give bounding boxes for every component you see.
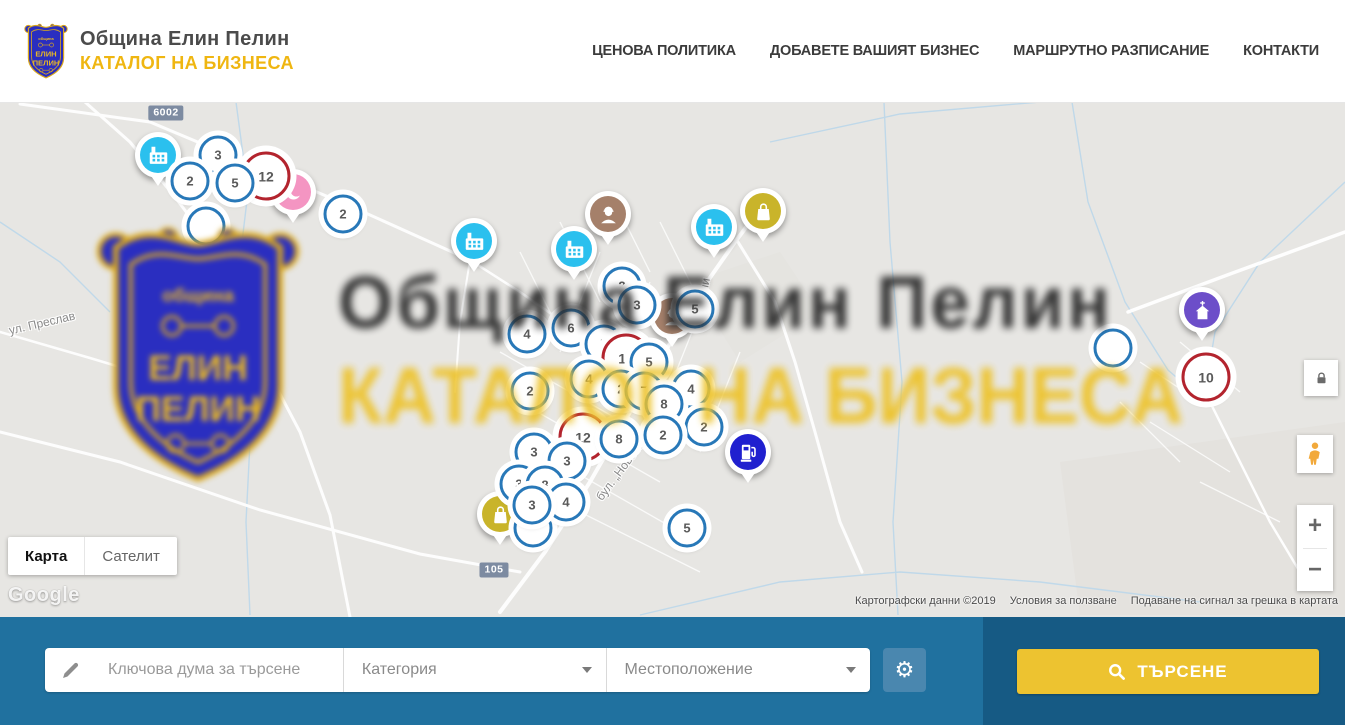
top-header: община ЕЛИН ПЕЛИН Община Елин Пелин КАТА… <box>0 0 1345 103</box>
google-logo[interactable]: Google <box>8 584 80 607</box>
map-type-map-button[interactable]: Карта <box>8 537 84 575</box>
cluster-marker[interactable]: 3 <box>513 486 552 525</box>
cluster-marker[interactable]: 3 <box>618 286 657 325</box>
road-shield-label: 105 <box>479 563 508 578</box>
pencil-icon <box>61 661 80 680</box>
gear-icon: ⚙ <box>895 657 915 683</box>
factory-icon <box>696 209 732 245</box>
cluster-marker[interactable]: 8 <box>600 420 639 459</box>
site-title: Община Елин Пелин <box>80 28 294 51</box>
cluster-marker[interactable]: 2 <box>171 162 210 201</box>
cluster-marker[interactable]: 10 <box>1182 353 1231 402</box>
cluster-marker[interactable]: 5 <box>676 290 715 329</box>
attribution-link[interactable]: Подаване на сигнал за грешка в картата <box>1131 595 1338 607</box>
road-shield-label: 6002 <box>148 106 183 121</box>
site-subtitle: КАТАЛОГ НА БИЗНЕСА <box>80 53 294 74</box>
cluster-marker[interactable]: 2 <box>511 372 550 411</box>
nav-item-1[interactable]: ДОБАВЕТЕ ВАШИЯТ БИЗНЕС <box>770 43 979 59</box>
chevron-down-icon <box>582 667 592 673</box>
pegman-icon <box>1305 441 1325 467</box>
zoom-in-button[interactable]: + <box>1297 505 1333 548</box>
fuel-icon <box>730 434 766 470</box>
bag-pin-marker[interactable] <box>740 188 786 234</box>
cluster-marker[interactable]: 5 <box>668 509 707 548</box>
nav-item-3[interactable]: КОНТАКТИ <box>1243 43 1319 59</box>
attribution-text: Картографски данни ©2019 <box>855 595 996 607</box>
search-input-group: Категория Местоположение <box>45 648 870 692</box>
category-select-value: Категория <box>362 661 437 679</box>
map-canvas[interactable]: 31225223564713510424278221283338435 общи… <box>0 102 1345 617</box>
header-logo[interactable]: община ЕЛИН ПЕЛИН Община Елин Пелин КАТА… <box>22 18 294 84</box>
municipality-crest-icon: община ЕЛИН ПЕЛИН <box>22 18 70 84</box>
cluster-marker[interactable] <box>1094 329 1133 368</box>
factory-icon <box>140 137 176 173</box>
cluster-marker[interactable]: 2 <box>644 416 683 455</box>
factory-pin-marker[interactable] <box>691 204 737 250</box>
cluster-marker[interactable]: 4 <box>508 315 547 354</box>
cluster-marker[interactable]: 2 <box>685 408 724 447</box>
search-bar: Категория Местоположение ⚙ ТЪРСЕНЕ <box>0 617 1345 725</box>
zoom-control: + − <box>1297 505 1333 591</box>
location-select[interactable]: Местоположение <box>607 648 870 692</box>
nav-item-0[interactable]: ЦЕНОВА ПОЛИТИКА <box>592 43 736 59</box>
worker-pin-marker[interactable] <box>585 191 631 237</box>
lock-icon <box>1314 370 1329 387</box>
keyword-search-input[interactable] <box>106 660 343 680</box>
svg-text:ЕЛИН: ЕЛИН <box>35 50 56 59</box>
nav-item-2[interactable]: МАРШРУТНО РАЗПИСАНИЕ <box>1013 43 1209 59</box>
fuel-pin-marker[interactable] <box>725 429 771 475</box>
attribution-link[interactable]: Условия за ползване <box>1010 595 1117 607</box>
map-attribution: Картографски данни ©2019 Условия за ползв… <box>855 595 1338 607</box>
street-view-pegman[interactable] <box>1297 435 1333 473</box>
cluster-marker[interactable]: 2 <box>324 195 363 234</box>
search-icon <box>1108 663 1126 681</box>
map-type-control: Карта Сателит <box>8 537 177 575</box>
location-select-value: Местоположение <box>625 661 753 679</box>
church-pin-marker[interactable] <box>1179 287 1225 333</box>
factory-pin-marker[interactable] <box>451 218 497 264</box>
map-type-satellite-button[interactable]: Сателит <box>84 537 177 575</box>
worker-icon <box>590 196 626 232</box>
search-button[interactable]: ТЪРСЕНЕ <box>1017 649 1319 694</box>
bag-icon <box>745 193 781 229</box>
main-nav: ЦЕНОВА ПОЛИТИКА ДОБАВЕТЕ ВАШИЯТ БИЗНЕС МАР… <box>592 43 1319 59</box>
church-icon <box>1184 292 1220 328</box>
factory-icon <box>556 231 592 267</box>
advanced-settings-button[interactable]: ⚙ <box>883 648 926 692</box>
svg-text:ПЕЛИН: ПЕЛИН <box>33 58 60 67</box>
cluster-marker[interactable]: 4 <box>547 483 586 522</box>
keyword-section <box>45 648 344 692</box>
cluster-marker[interactable] <box>187 207 226 246</box>
svg-text:община: община <box>38 36 54 41</box>
factory-icon <box>456 223 492 259</box>
zoom-out-button[interactable]: − <box>1297 549 1333 592</box>
chevron-down-icon <box>846 667 856 673</box>
factory-pin-marker[interactable] <box>551 226 597 272</box>
lock-control[interactable] <box>1304 360 1338 396</box>
category-select[interactable]: Категория <box>344 648 607 692</box>
cluster-marker[interactable]: 5 <box>216 164 255 203</box>
search-button-label: ТЪРСЕНЕ <box>1137 662 1227 682</box>
